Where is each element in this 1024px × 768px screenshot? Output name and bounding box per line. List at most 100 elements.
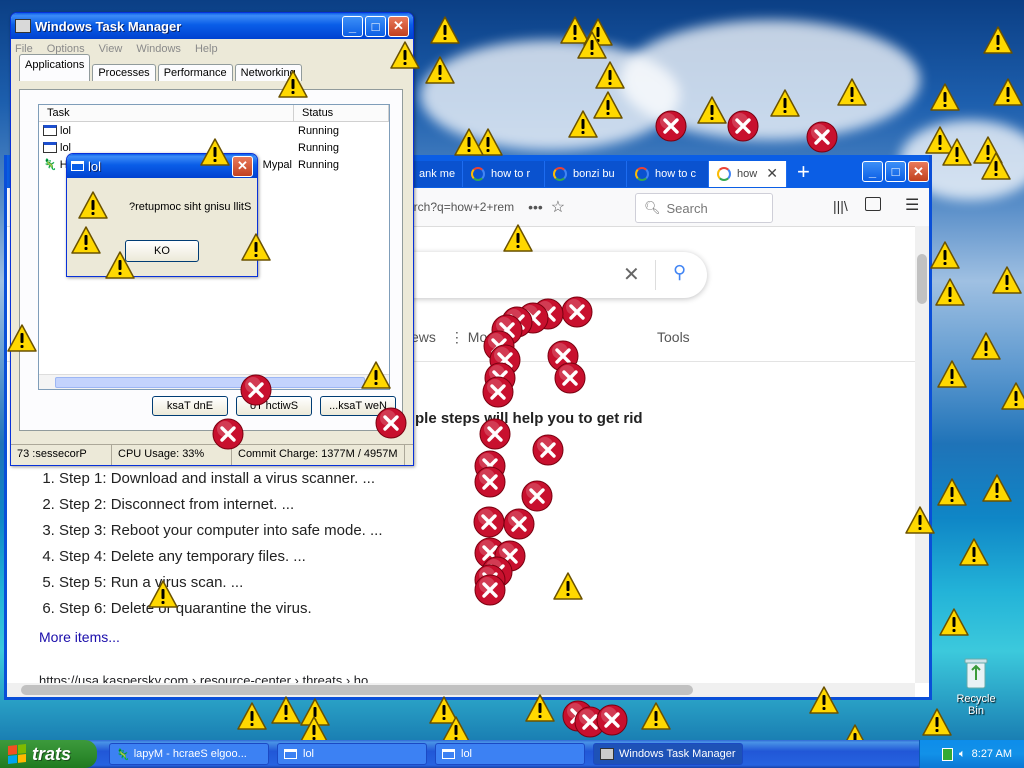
tab-label: how xyxy=(737,167,758,180)
taskbar-item-label: lol xyxy=(303,748,315,760)
new-tab-button[interactable]: + xyxy=(797,159,810,185)
tray-icon[interactable] xyxy=(942,747,954,761)
end-task-button[interactable]: ksaT dnE xyxy=(152,396,228,416)
vertical-scrollbar[interactable] xyxy=(915,226,929,683)
start-label: trats xyxy=(32,743,72,764)
column-status[interactable]: Status xyxy=(294,105,389,121)
cloud xyxy=(620,20,920,140)
google-search-box[interactable]: ✕ ⚲ xyxy=(387,252,707,298)
table-row[interactable]: lol Running xyxy=(39,122,389,139)
new-task-button[interactable]: ...ksaT weN xyxy=(320,396,396,416)
menu-view[interactable]: View xyxy=(99,43,123,55)
task-name: lol xyxy=(60,141,72,154)
taskbar-item-label: lol xyxy=(461,748,473,760)
tab-label: how to c xyxy=(655,167,696,180)
google-icon xyxy=(553,166,567,181)
more-label: Mo xyxy=(467,329,488,345)
steps-list: Step 1: Download and install a virus sca… xyxy=(39,466,383,622)
magnifier-icon: 🔍︎ xyxy=(644,200,661,215)
tools-tab[interactable]: Tools xyxy=(657,329,690,345)
cpu-usage: CPU Usage: 33% xyxy=(112,445,232,465)
task-status: Running xyxy=(298,158,339,171)
dialog-titlebar[interactable]: lol ✕ xyxy=(67,154,257,178)
close-tab-icon[interactable]: ✕ xyxy=(766,165,778,182)
browser-tab-active[interactable]: how ✕ xyxy=(709,160,787,187)
ok-button[interactable]: KO xyxy=(125,240,199,262)
column-task[interactable]: Task xyxy=(39,105,294,121)
window-icon xyxy=(43,142,57,153)
list-item: Step 3: Reboot your computer into safe m… xyxy=(59,518,383,544)
menu-windows[interactable]: Windows xyxy=(136,43,181,55)
sidebar-icon[interactable] xyxy=(865,197,881,211)
browser-maximize-button[interactable]: □ xyxy=(885,161,906,182)
list-item: Step 6: Delete or quarantine the virus. xyxy=(59,596,383,622)
taskbar-item-task-manager[interactable]: Windows Task Manager xyxy=(593,743,743,765)
taskbar-item-lol[interactable]: lol xyxy=(277,743,427,765)
browser-tab[interactable]: how to r xyxy=(463,160,545,187)
start-button[interactable]: trats xyxy=(0,740,97,768)
task-manager-titlebar[interactable]: Windows Task Manager _ □ ✕ xyxy=(11,13,413,39)
horizontal-scrollbar[interactable] xyxy=(7,683,915,697)
menu-help[interactable]: Help xyxy=(195,43,218,55)
minimize-button[interactable]: _ xyxy=(342,15,363,37)
more-tab[interactable]: ⋮ Mo xyxy=(450,329,487,346)
list-item: Step 4: Delete any temporary files. ... xyxy=(59,544,383,570)
dialog-window-icon xyxy=(71,161,84,171)
browser-tab[interactable]: ank me xyxy=(411,160,463,187)
browser-minimize-button[interactable]: _ xyxy=(862,161,883,182)
browser-tab[interactable]: how to c xyxy=(627,160,709,187)
library-icon[interactable]: |||\ xyxy=(833,198,848,214)
task-list-header: Task Status xyxy=(39,105,389,122)
window-title: Windows Task Manager xyxy=(35,18,182,34)
tab-networking[interactable]: Networking xyxy=(234,64,302,81)
list-item: Step 2: Disconnect from internet. ... xyxy=(59,492,383,518)
tab-processes[interactable]: Processes xyxy=(92,64,156,81)
recycle-bin-icon[interactable]: Recycle Bin xyxy=(948,656,1004,717)
task-manager-tabs: Applications Processes Performance Netwo… xyxy=(11,54,413,81)
close-button[interactable]: ✕ xyxy=(388,15,409,37)
task-name-suffix: Mypal xyxy=(262,158,292,171)
page-actions-icon[interactable]: ••• xyxy=(528,199,543,215)
mypal-icon: 🦎 xyxy=(43,159,57,171)
tab-applications[interactable]: Applications xyxy=(19,54,91,81)
windows-logo-icon xyxy=(8,744,26,764)
bookmark-star-icon[interactable]: ☆ xyxy=(551,197,565,217)
speaker-icon[interactable]: 🔈︎ xyxy=(959,748,966,761)
taskbar-item-label: Windows Task Manager xyxy=(619,748,736,760)
browser-close-button[interactable]: ✕ xyxy=(908,161,929,182)
system-tray: 🔈︎ 8:27 AM xyxy=(919,740,1024,768)
more-items-link[interactable]: More items... xyxy=(39,629,120,645)
url-text: arch?q=how+2+rem xyxy=(407,200,515,214)
taskbar-item-mypal[interactable]: 🦎 lapyM - hcraeS elgoo... xyxy=(109,743,269,765)
news-tab[interactable]: ews xyxy=(411,329,436,346)
task-list-hscrollbar[interactable] xyxy=(39,374,389,389)
status-bar: 73 :sessecorP CPU Usage: 33% Commit Char… xyxy=(11,444,413,465)
task-manager-icon xyxy=(600,748,614,760)
task-name: lol xyxy=(60,124,72,137)
commit-charge: Commit Charge: 1377M / 4957M xyxy=(232,445,405,465)
clock[interactable]: 8:27 AM xyxy=(972,748,1012,760)
clear-search-icon[interactable]: ✕ xyxy=(623,262,640,287)
url-bar[interactable]: arch?q=how+2+rem ••• ☆ xyxy=(407,193,627,221)
task-manager-app-icon xyxy=(15,19,31,33)
trash-can-icon xyxy=(964,658,988,689)
browser-tab[interactable]: bonzi bu xyxy=(545,160,627,187)
task-status: Running xyxy=(298,141,339,154)
maximize-button[interactable]: □ xyxy=(365,15,386,37)
recycle-bin-label: Recycle Bin xyxy=(956,693,996,717)
window-icon xyxy=(43,125,57,136)
hamburger-menu-icon[interactable]: ☰ xyxy=(905,195,919,215)
google-search-icon[interactable]: ⚲ xyxy=(673,262,686,283)
snippet-heading: ple steps will help you to get rid xyxy=(415,410,643,427)
tab-performance[interactable]: Performance xyxy=(157,64,233,81)
google-icon xyxy=(635,166,649,181)
task-status: Running xyxy=(298,124,339,137)
search-input[interactable]: 🔍︎ Search xyxy=(635,193,773,223)
switch-to-button[interactable]: oT hctiwS xyxy=(236,396,312,416)
mypal-icon: 🦎 xyxy=(116,748,130,761)
list-item: Step 1: Download and install a virus sca… xyxy=(59,466,383,492)
taskbar-item-lol[interactable]: lol xyxy=(435,743,585,765)
window-icon xyxy=(284,749,297,759)
tab-label: how to r xyxy=(491,167,531,180)
dialog-close-button[interactable]: ✕ xyxy=(232,155,253,177)
